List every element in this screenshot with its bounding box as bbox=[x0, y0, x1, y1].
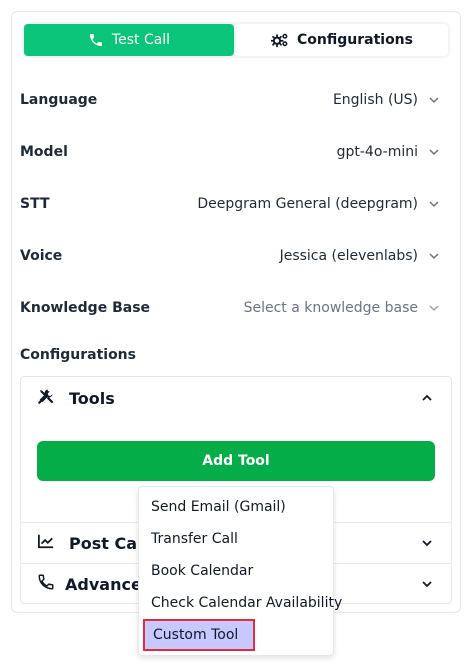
add-tool-button[interactable]: Add Tool bbox=[37, 441, 435, 481]
tab-label: Configurations bbox=[297, 32, 413, 48]
tools-accordion-header[interactable]: Tools bbox=[21, 377, 451, 419]
menu-item-book-calendar[interactable]: Book Calendar bbox=[151, 559, 253, 583]
tab-bar: Test Call Configurations bbox=[22, 22, 450, 58]
chevron-down-icon bbox=[422, 581, 432, 588]
model-label: Model bbox=[20, 144, 68, 160]
voice-label: Voice bbox=[20, 248, 63, 264]
menu-item-check-calendar-availability[interactable]: Check Calendar Availability bbox=[151, 591, 342, 615]
stt-select[interactable]: Deepgram General (deepgram) bbox=[197, 196, 440, 212]
knowledge-base-select[interactable]: Select a knowledge base bbox=[244, 300, 440, 316]
post-call-title: Post Call bbox=[69, 533, 148, 553]
language-value: English (US) bbox=[332, 92, 418, 108]
chart-line-icon bbox=[37, 533, 55, 553]
language-select[interactable]: English (US) bbox=[333, 92, 440, 108]
knowledge-base-row: Knowledge Base Select a knowledge base bbox=[20, 296, 440, 320]
chevron-down-icon bbox=[429, 201, 439, 208]
tab-label: Test Call bbox=[111, 32, 171, 48]
voice-select[interactable]: Jessica (elevenlabs) bbox=[280, 248, 440, 264]
stt-row: STT Deepgram General (deepgram) bbox=[20, 192, 440, 216]
chevron-down-icon bbox=[429, 305, 439, 312]
knowledge-base-label: Knowledge Base bbox=[20, 300, 151, 316]
menu-item-transfer-call[interactable]: Transfer Call bbox=[151, 527, 238, 551]
tab-configurations[interactable]: Configurations bbox=[236, 24, 448, 56]
configurations-heading: Configurations bbox=[20, 347, 136, 363]
chevron-down-icon bbox=[429, 149, 439, 156]
chevron-down-icon bbox=[429, 97, 439, 104]
gears-icon bbox=[271, 32, 289, 48]
voice-value: Jessica (elevenlabs) bbox=[279, 248, 418, 264]
chevron-up-icon bbox=[422, 394, 432, 401]
voice-row: Voice Jessica (elevenlabs) bbox=[20, 244, 440, 268]
tab-test-call[interactable]: Test Call bbox=[24, 24, 234, 56]
model-select[interactable]: gpt-4o-mini bbox=[337, 144, 440, 160]
chevron-down-icon bbox=[429, 253, 439, 260]
add-tool-dropdown: Send Email (Gmail) Transfer Call Book Ca… bbox=[138, 486, 342, 656]
phone-icon bbox=[88, 32, 104, 48]
stt-value: Deepgram General (deepgram) bbox=[197, 196, 418, 212]
menu-item-custom-tool[interactable]: Custom Tool bbox=[143, 619, 255, 651]
phone-icon bbox=[37, 573, 55, 595]
language-row: Language English (US) bbox=[20, 88, 440, 112]
chevron-down-icon bbox=[422, 540, 432, 547]
menu-item-send-email[interactable]: Send Email (Gmail) bbox=[151, 495, 286, 519]
model-value: gpt-4o-mini bbox=[336, 144, 418, 160]
stt-label: STT bbox=[20, 196, 50, 212]
language-label: Language bbox=[20, 92, 98, 108]
model-row: Model gpt-4o-mini bbox=[20, 140, 440, 164]
knowledge-base-placeholder: Select a knowledge base bbox=[243, 300, 418, 316]
tools-icon bbox=[37, 387, 55, 409]
tools-title: Tools bbox=[69, 388, 115, 408]
